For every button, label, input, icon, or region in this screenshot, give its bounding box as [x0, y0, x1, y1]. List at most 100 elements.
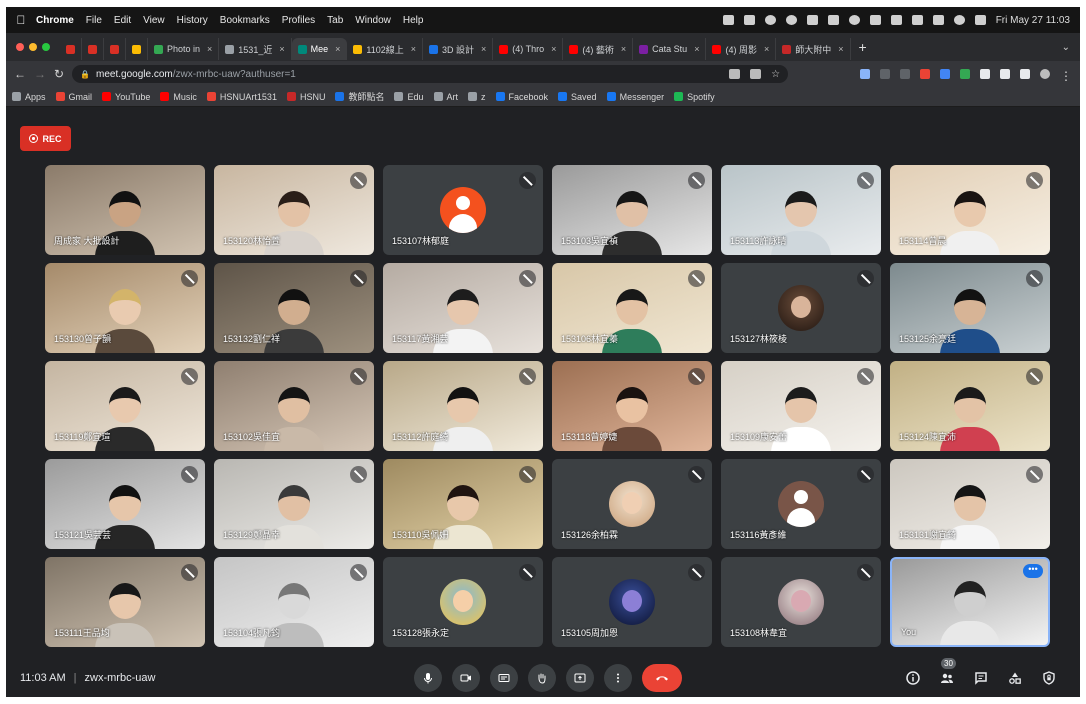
reload-icon[interactable]: ↻	[54, 67, 64, 81]
participant-tile[interactable]: 153128張永定	[383, 557, 543, 647]
line-icon[interactable]	[785, 15, 797, 25]
bookmark-item[interactable]: Saved	[558, 92, 597, 102]
chrome-menu-icon[interactable]: ⋮	[1060, 69, 1072, 83]
participant-tile[interactable]: 153102吳佳宜	[214, 361, 374, 451]
menu-tab[interactable]: Tab	[327, 15, 343, 26]
tray-app-icon[interactable]	[743, 15, 755, 25]
microphone-button[interactable]	[414, 664, 442, 692]
participant-tile[interactable]: 153108林韋宜	[721, 557, 881, 647]
bookmark-item[interactable]: Spotify	[674, 92, 715, 102]
tile-more-options-icon[interactable]: •••	[1023, 564, 1043, 578]
browser-tab[interactable]: (4) 藝術 ×	[563, 38, 634, 60]
browser-tab[interactable]: 3D 設計 ×	[423, 38, 494, 60]
close-window-button[interactable]	[16, 43, 24, 51]
bookmark-item[interactable]: YouTube	[102, 92, 150, 102]
browser-tab[interactable]: (4) 周影 ×	[706, 38, 777, 60]
extension-icon-3[interactable]	[900, 69, 910, 79]
participant-tile[interactable]: 153106林宜蓁	[552, 263, 712, 353]
side-panel-icon[interactable]	[1020, 69, 1030, 79]
close-tab-icon[interactable]: ×	[279, 44, 284, 54]
menu-view[interactable]: View	[143, 15, 165, 26]
participant-tile[interactable]: 153105周加恩	[552, 557, 712, 647]
participant-tile[interactable]: 153116黃彥維	[721, 459, 881, 549]
menu-profiles[interactable]: Profiles	[282, 15, 315, 26]
browser-tab[interactable]	[82, 38, 104, 60]
participant-tile[interactable]: 153127林筱棱	[721, 263, 881, 353]
input-method-icon[interactable]	[911, 15, 923, 25]
extension-icon-4[interactable]	[920, 69, 930, 79]
new-tab-button[interactable]: +	[851, 39, 875, 55]
bookmark-item[interactable]: Art	[433, 92, 458, 102]
menu-file[interactable]: File	[86, 15, 102, 26]
extension-icon-2[interactable]	[880, 69, 890, 79]
bookmark-item[interactable]: HSNU	[286, 92, 325, 102]
participant-tile[interactable]: 153125余亮廷	[890, 263, 1050, 353]
extension-icon-1[interactable]	[860, 69, 870, 79]
browser-tab[interactable]	[104, 38, 126, 60]
meeting-code[interactable]: zwx-mrbc-uaw	[85, 672, 156, 684]
address-bar[interactable]: 🔒 meet.google.com/zwx-mrbc-uaw?authuser=…	[72, 65, 789, 83]
tab-search-icon[interactable]: ⌄	[1062, 42, 1080, 53]
window-icon[interactable]	[827, 15, 839, 25]
share-icon[interactable]	[750, 69, 762, 79]
bookmark-item[interactable]: Gmail	[55, 92, 92, 102]
close-tab-icon[interactable]: ×	[335, 44, 340, 54]
participant-tile[interactable]: 153131謝宜錡	[890, 459, 1050, 549]
participant-tile[interactable]: 153132劉仁祥	[214, 263, 374, 353]
participant-tile[interactable]: 153117黃湘芸	[383, 263, 543, 353]
more-options-button[interactable]	[604, 664, 632, 692]
apple-menu-icon[interactable]: 	[6, 13, 36, 27]
screen-mirror-icon[interactable]	[806, 15, 818, 25]
activities-button[interactable]	[1006, 669, 1024, 687]
close-tab-icon[interactable]: ×	[694, 44, 699, 54]
browser-tab[interactable]: (4) Thro ×	[493, 38, 564, 60]
participant-tile[interactable]: 周成家 大批設計	[45, 165, 205, 255]
menu-help[interactable]: Help	[403, 15, 424, 26]
extension-icon-6[interactable]	[960, 69, 970, 79]
participant-tile[interactable]: 153107林郁庭	[383, 165, 543, 255]
participant-tile[interactable]: 153104張凡鈞	[214, 557, 374, 647]
browser-tab[interactable]	[60, 38, 82, 60]
reading-list-icon[interactable]	[1000, 69, 1010, 79]
tray-app-icon-2[interactable]	[764, 15, 776, 25]
forward-icon[interactable]: →	[34, 67, 46, 81]
captions-button[interactable]	[490, 664, 518, 692]
close-tab-icon[interactable]: ×	[621, 44, 626, 54]
browser-tab[interactable]	[126, 38, 148, 60]
participant-tile[interactable]: 153118曾婷婕	[552, 361, 712, 451]
participant-tile[interactable]: 153112許庭綺	[383, 361, 543, 451]
chat-button[interactable]	[972, 669, 990, 687]
bookmark-item[interactable]: Facebook	[495, 92, 548, 102]
participant-tile[interactable]: 153120林怡萱	[214, 165, 374, 255]
self-video-tile[interactable]: ••• You	[890, 557, 1050, 647]
menu-edit[interactable]: Edit	[114, 15, 131, 26]
bookmark-item[interactable]: HSNUArt1531	[206, 92, 277, 102]
participant-tile[interactable]: 153126余柏霖	[552, 459, 712, 549]
host-controls-button[interactable]	[1040, 669, 1058, 687]
participant-tile[interactable]: 153109康安蕾	[721, 361, 881, 451]
participant-tile[interactable]: 153110吳佩姍	[383, 459, 543, 549]
meeting-details-button[interactable]	[904, 669, 922, 687]
participant-tile[interactable]: 153111王品均	[45, 557, 205, 647]
participant-tile[interactable]: 153121吳芸芸	[45, 459, 205, 549]
activity-icon[interactable]	[869, 15, 881, 25]
close-tab-icon[interactable]: ×	[838, 44, 843, 54]
participant-tile[interactable]: 153103吳宜禎	[552, 165, 712, 255]
participant-tile[interactable]: 153130曾子韻	[45, 263, 205, 353]
browser-tab[interactable]: 1102線上 ×	[347, 38, 423, 60]
profile-avatar[interactable]	[1040, 69, 1050, 79]
bookmark-star-icon[interactable]: ☆	[771, 69, 780, 80]
browser-tab[interactable]: 師大附中 ×	[776, 38, 851, 60]
extension-icon-5[interactable]	[940, 69, 950, 79]
participant-tile[interactable]: 153114曾晨	[890, 165, 1050, 255]
extensions-puzzle-icon[interactable]	[980, 69, 990, 79]
dropbox-icon[interactable]	[722, 15, 734, 25]
present-button[interactable]	[566, 664, 594, 692]
bookmark-item[interactable]: Edu	[394, 92, 424, 102]
bookmark-item[interactable]: z	[468, 92, 486, 102]
browser-tab[interactable]: Photo in ×	[148, 38, 220, 60]
bluetooth-icon[interactable]	[890, 15, 902, 25]
participant-tile[interactable]: 153119鄭宜瑄	[45, 361, 205, 451]
participant-tile[interactable]: 153129鄭晶幸	[214, 459, 374, 549]
browser-tab[interactable]: Cata Stu ×	[633, 38, 707, 60]
